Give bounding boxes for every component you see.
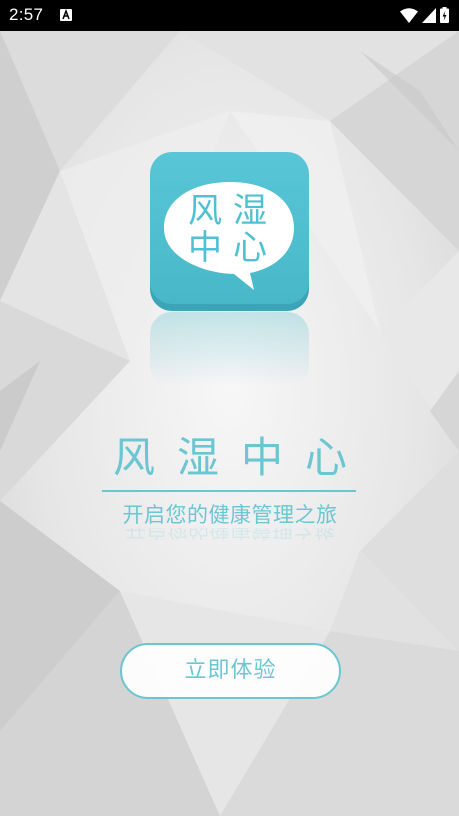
status-icons <box>400 7 449 23</box>
app-logo: 风 湿 中 心 <box>150 152 309 311</box>
a-notification-icon <box>60 9 72 21</box>
title-divider <box>102 490 356 492</box>
status-bar: 2:57 <box>0 0 459 31</box>
logo-char-1: 风 <box>188 191 222 231</box>
app-title: 风湿中心 <box>112 433 369 482</box>
logo-char-2: 湿 <box>233 191 267 231</box>
battery-charging-icon <box>440 7 449 23</box>
splash-screen: 2:57 风 湿 中 心 风湿中心 开启您的健康管理之旅 开启您的健康管理之旅 … <box>0 0 459 816</box>
logo-char-3: 中 <box>188 228 222 268</box>
cellular-signal-icon <box>422 7 436 23</box>
app-slogan: 开启您的健康管理之旅 <box>122 503 338 527</box>
logo-char-4: 心 <box>233 228 267 268</box>
slogan-reflection: 开启您的健康管理之旅 <box>125 528 335 541</box>
start-experience-button[interactable]: 立即体验 <box>120 643 341 699</box>
logo-reflection <box>150 312 309 387</box>
status-time: 2:57 <box>9 5 44 24</box>
wifi-icon <box>400 7 418 23</box>
